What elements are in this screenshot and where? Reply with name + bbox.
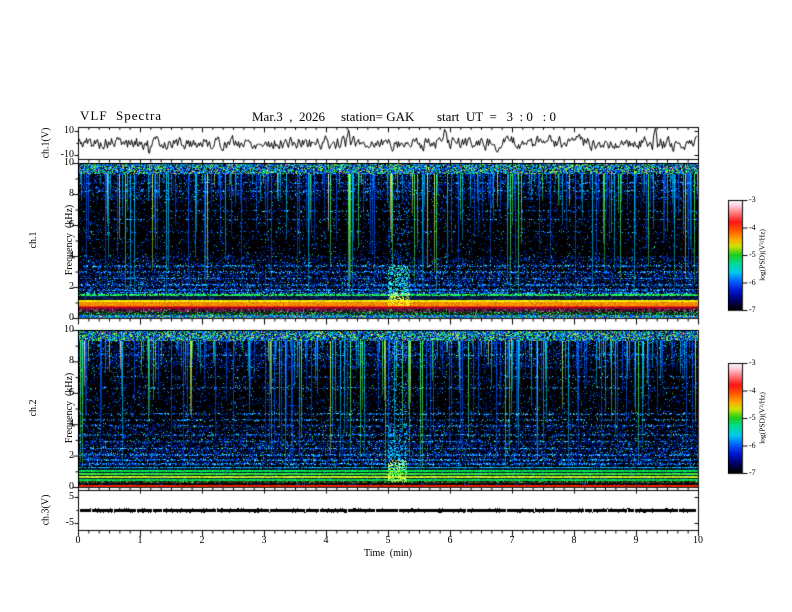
ch3-waveform-plot xyxy=(78,490,698,530)
colorbar1-tick-label: -6 xyxy=(749,277,756,287)
x-tick-label: 2 xyxy=(199,535,205,546)
ch1-frequency-axis-label: ch.1 Frequency (kHz) xyxy=(4,205,100,276)
x-tick-label: 8 xyxy=(571,535,577,546)
ch1-waveform-plot xyxy=(78,127,698,159)
x-tick-label: 0 xyxy=(75,535,81,546)
ch2-freq-tick-label: 8 xyxy=(69,355,74,367)
colorbar2-psd-label: log(PSD)(V²/Hz) xyxy=(757,392,767,444)
ch2-freq-tick-label: 4 xyxy=(69,418,74,430)
colorbar-2 xyxy=(728,363,742,473)
ch1-freq-tick-label: 6 xyxy=(69,219,74,230)
colorbar2-tick-label: -6 xyxy=(749,440,756,450)
figure-date: Mar.3 , 2026 xyxy=(252,109,325,124)
ch2-frequency-khz-line: Frequency (kHz) xyxy=(64,372,75,444)
colorbar2-tick-label: -7 xyxy=(749,468,756,477)
ch2-label-line: ch.2 xyxy=(28,399,39,417)
x-tick-label: 10 xyxy=(693,535,703,546)
colorbar1-tick-label: -3 xyxy=(749,195,756,204)
ch1-freq-tick-label: 0 xyxy=(69,312,74,323)
ch1-label-line: ch.1 xyxy=(28,231,39,249)
ch2-freq-tick-label: 10 xyxy=(64,324,74,335)
ch1-freq-tick-label: 4 xyxy=(69,250,74,261)
x-tick-label: 4 xyxy=(323,535,329,546)
x-tick-label: 3 xyxy=(261,535,267,546)
x-tick-label: 6 xyxy=(447,535,453,546)
ch1-volt-tick-label: 10 xyxy=(64,125,74,136)
ch3-volt-tick-label: 5 xyxy=(69,491,74,502)
vlf-spectra-figure: VLF Spectra Mar.3 , 2026 station= GAK st… xyxy=(0,0,792,612)
figure-title: VLF Spectra xyxy=(80,108,163,123)
ch2-freq-tick-label: 2 xyxy=(69,449,74,461)
colorbar2-tick-label: -5 xyxy=(749,413,756,422)
x-tick-label: 5 xyxy=(385,535,391,546)
colorbar1-tick-label: -7 xyxy=(749,305,756,314)
ch2-frequency-axis-label: ch.2 Frequency (kHz) xyxy=(4,373,100,444)
colorbar-1 xyxy=(728,200,742,310)
ch1-freq-tick-label: 2 xyxy=(69,281,74,292)
colorbar1-tick-label: -4 xyxy=(749,222,756,232)
x-tick-label: 1 xyxy=(137,535,143,546)
colorbar2-tick-label: -4 xyxy=(749,385,756,395)
ch2-freq-tick-label: 6 xyxy=(69,386,74,398)
ch3-volt-tick-label: -5 xyxy=(65,517,74,528)
time-axis-label: Time (min) xyxy=(364,548,412,559)
ch1-spectrogram xyxy=(78,163,698,318)
x-tick-label: 9 xyxy=(633,535,639,546)
start-ut-label: start UT = 3 : 0 : 0 xyxy=(437,109,557,124)
ch1-volt-tick-label: -10 xyxy=(60,149,74,160)
colorbar1-tick-label: -5 xyxy=(749,250,756,259)
colorbar1-psd-label: log(PSD)(V²/Hz) xyxy=(757,229,767,281)
x-tick-label: 7 xyxy=(509,535,515,546)
ch1-freq-tick-label: 8 xyxy=(69,188,74,199)
ch2-spectrogram xyxy=(78,330,698,487)
ch1-frequency-khz-line: Frequency (kHz) xyxy=(64,204,75,276)
colorbar2-tick-label: -3 xyxy=(749,358,756,367)
station-label: station= GAK xyxy=(341,109,415,124)
